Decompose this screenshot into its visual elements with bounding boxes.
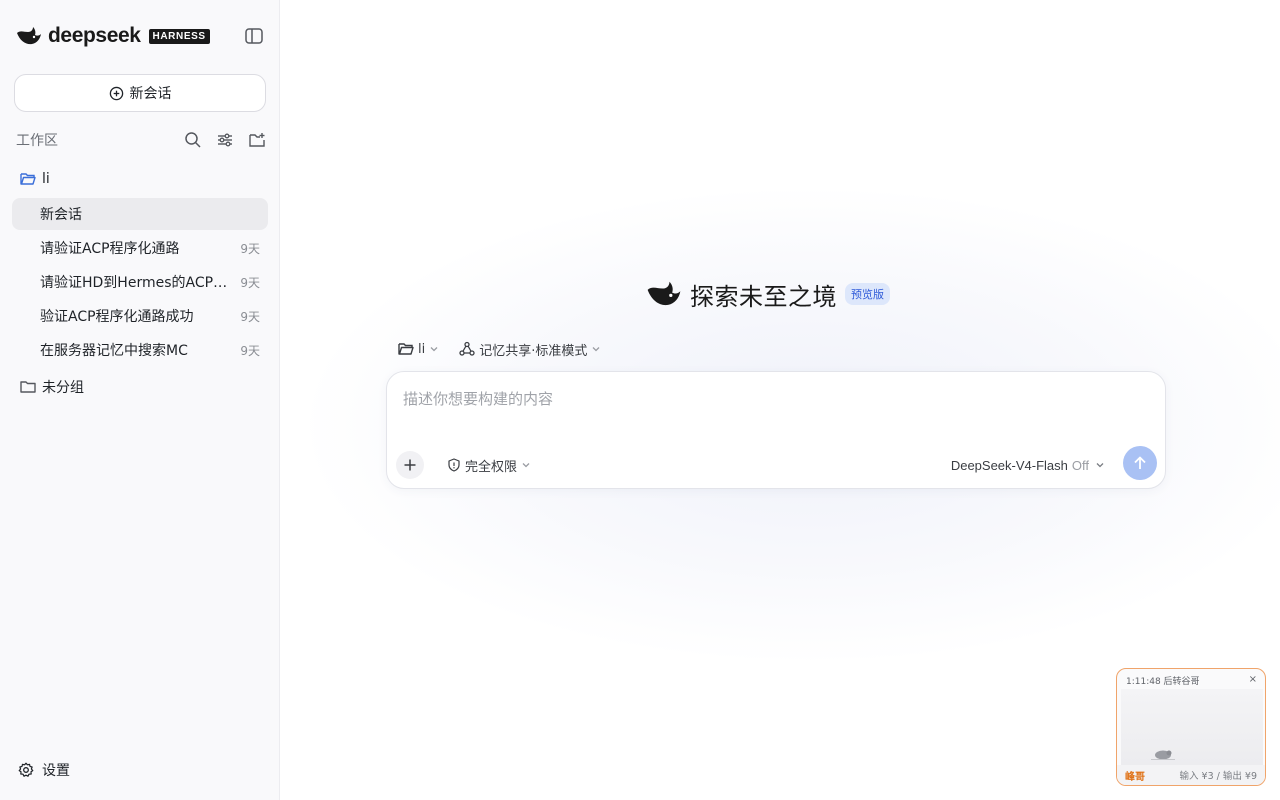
chat-item-age: 9天: [240, 241, 260, 256]
model-thinking-toggle: Off: [1071, 457, 1089, 473]
shield-icon: [448, 458, 460, 472]
chat-item-title: 新会话: [40, 207, 82, 223]
folder-ungrouped-label: 未分组: [42, 380, 84, 396]
permission-selector[interactable]: 完全权限: [447, 456, 531, 475]
chat-item-title: 请验证ACP程序化通路: [40, 241, 180, 257]
brand-tag: HARNESS: [148, 28, 210, 44]
permission-label: 完全权限: [465, 459, 518, 475]
chat-item-title: 请验证HD到Hermes的ACP通路: [40, 275, 229, 291]
send-button[interactable]: [1123, 446, 1157, 480]
chat-item[interactable]: 验证ACP程序化通路成功 9天: [12, 300, 268, 332]
hero-title-text: 探索未至之境: [690, 282, 837, 311]
folder-icon: [20, 381, 36, 393]
chat-item-title: 验证ACP程序化通路成功: [40, 309, 194, 325]
mini-player-viewport: [1121, 689, 1263, 765]
filter-icon[interactable]: [216, 131, 234, 149]
chat-item[interactable]: 新会话: [12, 198, 268, 230]
whale-logo-icon: [647, 281, 681, 306]
folder-open-icon: [20, 173, 36, 185]
composer: 完全权限 DeepSeek-V4-Flash Off: [386, 371, 1166, 489]
attach-button[interactable]: [396, 451, 424, 479]
arrow-up-icon: [1134, 456, 1146, 469]
new-chat-label: 新会话: [129, 86, 172, 102]
gear-icon: [18, 762, 34, 777]
close-icon[interactable]: ×: [1249, 674, 1257, 685]
prompt-input[interactable]: [403, 388, 1143, 410]
mini-player[interactable]: 1:11:48 后转谷哥 × 峰哥 输入 ¥3 / 输出 ¥9: [1116, 668, 1266, 786]
mini-player-timestamp: 1:11:48 后转谷哥: [1126, 677, 1200, 687]
whale-logo-icon: [17, 27, 41, 45]
chat-item[interactable]: 请验证ACP程序化通路 9天: [12, 232, 268, 264]
new-folder-icon[interactable]: [248, 131, 266, 149]
chevron-down-icon: [1096, 463, 1104, 468]
context-selector-row: li 记忆共享·标准模式: [398, 339, 601, 359]
memory-share-icon: [459, 341, 475, 356]
chevron-down-icon: [592, 347, 600, 352]
folder-li-label: li: [42, 171, 50, 187]
mini-player-user: 峰哥: [1125, 771, 1145, 783]
chat-item-title: 在服务器记忆中搜索MC: [40, 343, 188, 359]
plus-icon: [404, 459, 416, 471]
sidebar: deepseek HARNESS 新会话 工作区 li 新会话 请验证ACP程序…: [0, 0, 280, 800]
preview-badge: 预览版: [845, 283, 890, 305]
creature-sprite-icon: [1151, 750, 1175, 760]
settings-button[interactable]: 设置: [18, 760, 70, 780]
workspace-folder-label: li: [418, 341, 426, 357]
memory-mode-selector[interactable]: 记忆共享·标准模式: [459, 340, 601, 359]
plus-circle-icon: [109, 86, 123, 100]
chat-item-age: 9天: [240, 275, 260, 290]
chevron-down-icon: [522, 463, 530, 468]
workspace-header: 工作区: [16, 130, 266, 150]
chat-item-age: 9天: [240, 309, 260, 324]
folder-open-icon: [398, 343, 414, 355]
chat-item[interactable]: 在服务器记忆中搜索MC 9天: [12, 334, 268, 366]
workspace-folder-selector[interactable]: li: [398, 342, 439, 357]
hero-title: 探索未至之境 预览版: [646, 278, 890, 311]
chevron-down-icon: [430, 347, 438, 352]
folder-ungrouped[interactable]: 未分组: [20, 377, 84, 397]
brand-logo[interactable]: deepseek HARNESS: [16, 24, 210, 48]
mini-player-footer: 峰哥 输入 ¥3 / 输出 ¥9: [1117, 765, 1265, 785]
model-name: DeepSeek-V4-Flash: [950, 457, 1068, 473]
new-chat-button[interactable]: 新会话: [14, 74, 266, 112]
chat-item-age: 9天: [240, 343, 260, 358]
memory-mode-label: 记忆共享·标准模式: [479, 343, 588, 359]
chat-item[interactable]: 请验证HD到Hermes的ACP通路 9天: [12, 266, 268, 298]
mini-player-price: 输入 ¥3 / 输出 ¥9: [1179, 771, 1257, 782]
workspace-title: 工作区: [16, 133, 58, 149]
search-icon[interactable]: [184, 131, 202, 149]
workspace-tools: [184, 131, 266, 149]
model-selector[interactable]: DeepSeek-V4-Flash Off: [951, 456, 1105, 474]
brand-wordmark: deepseek: [48, 24, 141, 47]
sidebar-toggle-icon[interactable]: [244, 27, 264, 45]
settings-label: 设置: [42, 763, 70, 779]
folder-li[interactable]: li: [20, 169, 50, 189]
